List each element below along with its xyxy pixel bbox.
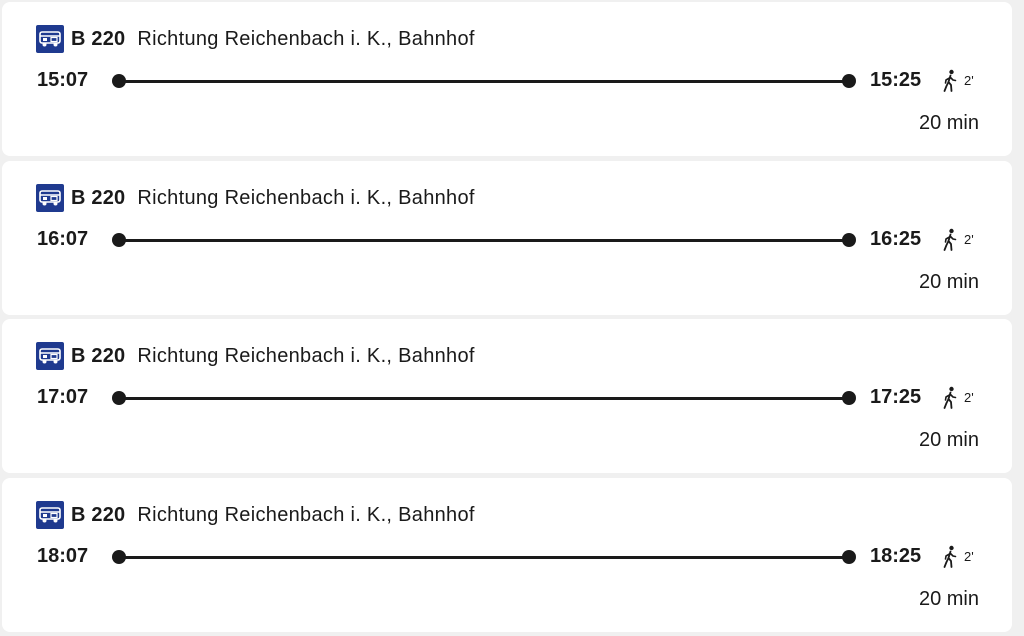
walking-person-icon (943, 69, 957, 92)
trip-duration: 20 min (918, 112, 979, 134)
walking-person-icon (943, 228, 957, 251)
line-code: B 220 (71, 503, 126, 526)
timeline-end-dot (842, 550, 856, 564)
line-code: B 220 (71, 186, 126, 209)
arrival-time: 16:25 (870, 228, 922, 250)
bus-icon (36, 184, 64, 212)
walk-minutes: 2' (964, 231, 974, 247)
line-code: B 220 (71, 344, 126, 367)
connection-card[interactable]: B 220 Richtung Reichenbach i. K., Bahnho… (2, 161, 1012, 315)
journey-timeline (112, 233, 856, 247)
timeline-start-dot (112, 391, 126, 405)
direction-label: Richtung Reichenbach i. K., Bahnhof (137, 27, 475, 50)
direction-label: Richtung Reichenbach i. K., Bahnhof (137, 344, 475, 367)
timeline-start-dot (112, 233, 126, 247)
bus-icon (36, 342, 64, 370)
walk-minutes: 2' (964, 389, 974, 405)
timeline-end-dot (842, 74, 856, 88)
timeline-start-dot (112, 550, 126, 564)
line-code: B 220 (71, 27, 126, 50)
line-header: B 220 Richtung Reichenbach i. K., Bahnho… (36, 501, 475, 529)
departure-time: 18:07 (37, 545, 89, 567)
connection-list: B 220 Richtung Reichenbach i. K., Bahnho… (0, 0, 1024, 636)
connection-card[interactable]: B 220 Richtung Reichenbach i. K., Bahnho… (2, 478, 1012, 632)
walking-person-icon (943, 545, 957, 568)
walking-person-icon (943, 386, 957, 409)
timeline-bar (118, 397, 850, 400)
departure-time: 16:07 (37, 228, 89, 250)
timeline-bar (118, 556, 850, 559)
line-header: B 220 Richtung Reichenbach i. K., Bahnho… (36, 184, 475, 212)
arrival-time: 17:25 (870, 386, 922, 408)
arrival-time: 15:25 (870, 69, 922, 91)
walk-minutes: 2' (964, 548, 974, 564)
departure-time: 17:07 (37, 386, 89, 408)
arrival-time: 18:25 (870, 545, 922, 567)
walk-info: 2' (940, 385, 974, 411)
timeline-end-dot (842, 233, 856, 247)
connection-card[interactable]: B 220 Richtung Reichenbach i. K., Bahnho… (2, 2, 1012, 156)
trip-duration: 20 min (918, 271, 979, 293)
timeline-start-dot (112, 74, 126, 88)
journey-timeline (112, 550, 856, 564)
direction-label: Richtung Reichenbach i. K., Bahnhof (137, 186, 475, 209)
walk-info: 2' (940, 227, 974, 253)
walk-info: 2' (940, 68, 974, 94)
line-header: B 220 Richtung Reichenbach i. K., Bahnho… (36, 342, 475, 370)
bus-icon (36, 25, 64, 53)
direction-label: Richtung Reichenbach i. K., Bahnhof (137, 503, 475, 526)
line-header: B 220 Richtung Reichenbach i. K., Bahnho… (36, 25, 475, 53)
journey-timeline (112, 74, 856, 88)
walk-info: 2' (940, 544, 974, 570)
departure-time: 15:07 (37, 69, 89, 91)
trip-duration: 20 min (918, 588, 979, 610)
timeline-end-dot (842, 391, 856, 405)
bus-icon (36, 501, 64, 529)
timeline-bar (118, 80, 850, 83)
timeline-bar (118, 239, 850, 242)
connection-card[interactable]: B 220 Richtung Reichenbach i. K., Bahnho… (2, 319, 1012, 473)
walk-minutes: 2' (964, 72, 974, 88)
trip-duration: 20 min (918, 429, 979, 451)
journey-timeline (112, 391, 856, 405)
